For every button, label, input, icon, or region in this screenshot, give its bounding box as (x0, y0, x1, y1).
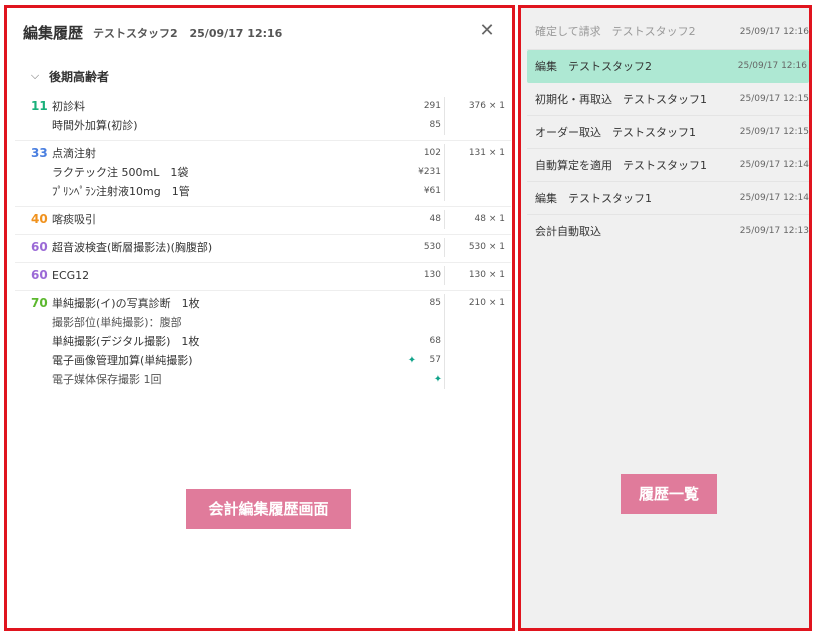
ai-sparkle-icon: ✦ (433, 374, 443, 385)
history-item-label: 編集 テストスタッフ2 (535, 60, 652, 73)
billing-item-row: 電子画像管理加算(単純撮影) ✦ 57 (15, 351, 511, 370)
section-label: 後期高齢者 (49, 69, 110, 84)
item-name: 電子媒体保存撮影 1回 (52, 373, 162, 386)
annotation-label-left: 会計編集履歴画面 (186, 489, 351, 529)
item-name: 喀痰吸引 (52, 213, 96, 226)
item-name: 単純撮影(デジタル撮影) 1枚 (52, 335, 200, 348)
item-name: ラクテック注 500mL 1袋 (52, 166, 189, 179)
item-amount: 530 (423, 242, 441, 252)
item-amount: 48 (429, 214, 441, 224)
billing-item-row: 撮影部位(単純撮影)：腹部 (15, 313, 511, 332)
billing-item-row: 単純撮影(デジタル撮影) 1枚 68 (15, 332, 511, 351)
item-name: 点滴注射 (52, 147, 96, 160)
group-code: 11 (31, 99, 48, 113)
column-divider (444, 294, 445, 389)
group-total: 48 × 1 (474, 214, 505, 224)
column-divider (444, 238, 445, 257)
billing-group: 60 ECG12 130 130 × 1 (15, 263, 511, 291)
history-item[interactable]: 編集 テストスタッフ2 25/09/17 12:16 (527, 50, 809, 83)
billing-group: 33 点滴注射 102 131 × 1 ラクテック注 500mL 1袋 ¥231 ﾌﾟﾘﾝﾍ… (15, 141, 511, 207)
item-amount: 68 (429, 336, 441, 346)
billing-group: 70 単純撮影(イ)の写真診断 1枚 85 210 × 1 撮影部位(単純撮影)：腹部単… (15, 291, 511, 394)
history-item-time: 25/09/17 12:15 (739, 127, 809, 137)
item-name: 撮影部位(単純撮影)：腹部 (52, 316, 182, 329)
history-item[interactable]: 初期化・再取込 テストスタッフ1 25/09/17 12:15 (527, 83, 809, 116)
history-item-time: 25/09/17 12:13 (739, 226, 809, 236)
item-amount: 85 (429, 120, 441, 130)
group-total: 130 × 1 (468, 270, 505, 280)
header-meta: テストスタッフ2 25/09/17 12:16 (93, 25, 282, 41)
item-name: 初診料 (52, 100, 85, 113)
item-name: ﾌﾟﾘﾝﾍﾟﾗﾝ注射液10mg 1管 (52, 185, 190, 198)
item-amount: ¥61 (423, 186, 441, 196)
item-amount: 291 (423, 101, 441, 111)
history-item[interactable]: 会計自動取込 25/09/17 12:13 (527, 215, 809, 248)
close-icon[interactable]: ✕ (478, 22, 496, 40)
item-amount: 130 (423, 270, 441, 280)
history-item[interactable]: 編集 テストスタッフ1 25/09/17 12:14 (527, 182, 809, 215)
billing-item-row: 時間外加算(初診) 85 (15, 116, 511, 135)
history-item-label: 自動算定を適用 テストスタッフ1 (535, 159, 707, 172)
group-code: 40 (31, 212, 48, 226)
group-total: 376 × 1 (468, 101, 505, 111)
item-amount: ¥231 (418, 167, 441, 177)
history-item-label: 会計自動取込 (535, 225, 601, 238)
billing-item-row: 電子媒体保存撮影 1回 ✦ (15, 370, 511, 389)
header-staff: テストスタッフ2 (93, 27, 178, 40)
group-code: 70 (31, 296, 48, 310)
history-item-time: 25/09/17 12:15 (739, 94, 809, 104)
group-total: 131 × 1 (468, 148, 505, 158)
column-divider (444, 266, 445, 285)
history-item[interactable]: 自動算定を適用 テストスタッフ1 25/09/17 12:14 (527, 149, 809, 182)
edit-history-panel: 編集履歴 テストスタッフ2 25/09/17 12:16 ✕ ⌵ 後期高齢者 1… (4, 5, 515, 631)
history-item-time: 25/09/17 12:14 (739, 193, 809, 203)
item-name: ECG12 (52, 269, 90, 282)
group-code: 60 (31, 268, 48, 282)
billing-item-row: 60 ECG12 130 130 × 1 (15, 266, 511, 285)
item-name: 時間外加算(初診) (52, 119, 138, 132)
item-amount: 57 (429, 355, 441, 365)
column-divider (444, 97, 445, 135)
billing-item-row: 40 喀痰吸引 48 48 × 1 (15, 210, 511, 229)
item-amount: 85 (429, 298, 441, 308)
column-divider (444, 144, 445, 201)
history-item-time: 25/09/17 12:16 (739, 27, 809, 37)
history-item-time: 25/09/17 12:14 (739, 160, 809, 170)
group-total: 210 × 1 (468, 298, 505, 308)
chevron-down-icon: ⌵ (30, 69, 40, 82)
billing-item-row: ラクテック注 500mL 1袋 ¥231 (15, 163, 511, 182)
section-toggle[interactable]: ⌵ 後期高齢者 (27, 68, 109, 84)
history-item-time: 25/09/17 12:16 (737, 61, 807, 71)
page-title: 編集履歴 (23, 24, 84, 42)
item-name: 超音波検査(断層撮影法)(胸腹部) (52, 241, 213, 254)
history-list: 確定して請求 テストスタッフ2 25/09/17 12:16 編集 テストスタッフ2… (527, 14, 809, 248)
billing-item-row: ﾌﾟﾘﾝﾍﾟﾗﾝ注射液10mg 1管 ¥61 (15, 182, 511, 201)
header-datetime: 25/09/17 12:16 (189, 27, 283, 40)
group-code: 60 (31, 240, 48, 254)
billing-group: 40 喀痰吸引 48 48 × 1 (15, 207, 511, 235)
billing-item-row: 11 初診料 291 376 × 1 (15, 97, 511, 116)
history-item-label: 確定して請求 テストスタッフ2 (535, 25, 696, 38)
history-item-label: 編集 テストスタッフ1 (535, 192, 652, 205)
billing-group: 11 初診料 291 376 × 1 時間外加算(初診) 85 (15, 94, 511, 141)
group-code: 33 (31, 146, 48, 160)
item-name: 電子画像管理加算(単純撮影) (52, 354, 193, 367)
history-item[interactable]: オーダー取込 テストスタッフ1 25/09/17 12:15 (527, 116, 809, 149)
item-name: 単純撮影(イ)の写真診断 1枚 (52, 297, 200, 310)
history-item[interactable]: 確定して請求 テストスタッフ2 25/09/17 12:16 (527, 14, 809, 50)
billing-item-row: 70 単純撮影(イ)の写真診断 1枚 85 210 × 1 (15, 294, 511, 313)
history-item-label: オーダー取込 テストスタッフ1 (535, 126, 696, 139)
panel-header: 編集履歴 テストスタッフ2 25/09/17 12:16 ✕ (23, 21, 496, 45)
group-total: 530 × 1 (468, 242, 505, 252)
billing-group: 60 超音波検査(断層撮影法)(胸腹部) 530 530 × 1 (15, 235, 511, 263)
billing-groups: 11 初診料 291 376 × 1 時間外加算(初診) 85 33 点滴注射 102 131 ×… (15, 94, 511, 394)
history-list-panel: 確定して請求 テストスタッフ2 25/09/17 12:16 編集 テストスタッフ2… (518, 5, 812, 631)
billing-item-row: 60 超音波検査(断層撮影法)(胸腹部) 530 530 × 1 (15, 238, 511, 257)
billing-item-row: 33 点滴注射 102 131 × 1 (15, 144, 511, 163)
annotation-label-right: 履歴一覧 (621, 474, 717, 514)
column-divider (444, 210, 445, 229)
history-item-label: 初期化・再取込 テストスタッフ1 (535, 93, 707, 106)
item-amount: 102 (423, 148, 441, 158)
